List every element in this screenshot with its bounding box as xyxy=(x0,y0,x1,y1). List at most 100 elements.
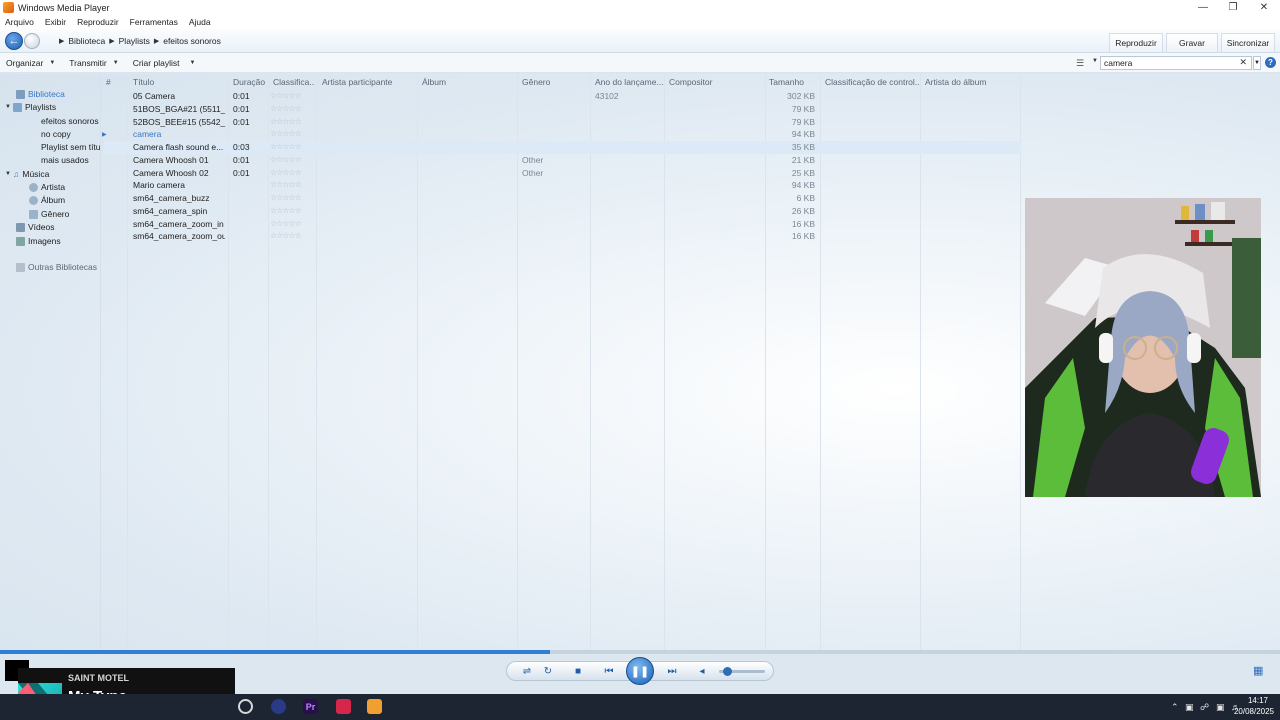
network-icon[interactable]: ▣ xyxy=(1216,702,1225,713)
clock-date[interactable]: 20/08/2025 xyxy=(1226,707,1274,716)
chevron-down-icon: ▼ xyxy=(112,59,119,66)
chevron-up-icon[interactable]: ⌃ xyxy=(1171,702,1179,713)
sidebar-label: Biblioteca xyxy=(28,89,65,99)
minimize-button[interactable]: — xyxy=(1187,0,1219,15)
organize-button[interactable]: Organizar ▼ xyxy=(6,58,55,68)
close-button[interactable]: ✕ xyxy=(1248,0,1280,15)
sidebar-item-album[interactable]: Álbum xyxy=(29,195,65,205)
speaker-icon: ◂ xyxy=(699,665,705,677)
bluetooth-icon[interactable]: ☍ xyxy=(1200,702,1209,713)
table-row[interactable]: sm64_camera_buzz ☆☆☆☆☆ 6 KB xyxy=(104,192,1021,205)
back-button[interactable]: ← xyxy=(5,32,23,50)
sidebar-item-mais-usados[interactable]: mais usados xyxy=(41,155,89,165)
table-row[interactable]: Camera flash sound e... 0:03 ☆☆☆☆☆ 35 KB xyxy=(104,141,1021,154)
repeat-button[interactable]: ↻ xyxy=(540,662,556,680)
tab-sync[interactable]: Sincronizar xyxy=(1221,33,1275,52)
table-row[interactable]: Camera Whoosh 01 0:01 ☆☆☆☆☆ Other 21 KB xyxy=(104,154,1021,167)
column-header-release-year[interactable]: Ano do lançame... xyxy=(595,77,663,87)
column-header-size[interactable]: Tamanho xyxy=(769,77,819,87)
row-size: 6 KB xyxy=(796,193,815,203)
help-icon[interactable]: ? xyxy=(1265,57,1276,68)
maximize-button[interactable]: ❐ xyxy=(1217,0,1249,15)
clear-search-icon[interactable]: ✕ xyxy=(1239,57,1247,68)
sidebar-item-genre[interactable]: Gênero xyxy=(29,209,69,219)
table-row[interactable]: sm64_camera_spin ☆☆☆☆☆ 26 KB xyxy=(104,205,1021,218)
chevron-down-icon: ▼ xyxy=(5,171,11,177)
breadcrumb-library[interactable]: Biblioteca xyxy=(68,36,105,46)
app-icon[interactable] xyxy=(271,699,286,714)
sidebar-item-images[interactable]: Imagens xyxy=(16,236,61,246)
table-row[interactable]: Camera Whoosh 02 0:01 ☆☆☆☆☆ Other 25 KB xyxy=(104,167,1021,180)
rating-stars-icon: ☆☆☆☆☆ xyxy=(270,103,302,113)
column-header-album-artist[interactable]: Artista do álbum xyxy=(925,77,1019,87)
sidebar-item-efeitos-sonoros[interactable]: efeitos sonoros xyxy=(41,116,99,126)
column-header-album[interactable]: Álbum xyxy=(422,77,516,87)
menu-ferramentas[interactable]: Ferramentas xyxy=(130,17,178,27)
next-button[interactable]: ⏭ xyxy=(657,662,687,680)
sidebar-item-playlists[interactable]: ▼ Playlists xyxy=(5,102,56,112)
search-input[interactable]: camera ✕ xyxy=(1100,56,1252,70)
playlist-icon xyxy=(13,102,22,112)
breadcrumb-playlists[interactable]: Playlists xyxy=(119,36,150,46)
column-header-composer[interactable]: Compositor xyxy=(669,77,763,87)
menu-reproduzir[interactable]: Reproduzir xyxy=(77,17,119,27)
column-header-parental-rating[interactable]: Classificação de control... xyxy=(825,77,919,87)
clock-time[interactable]: 14:17 xyxy=(1228,696,1268,705)
view-options-icon[interactable]: ☰ xyxy=(1076,58,1084,69)
menu-arquivo[interactable]: Arquivo xyxy=(5,17,34,27)
table-row[interactable]: 52BOS_BEE#15 (5542_be... 0:01 ☆☆☆☆☆ 79 KB xyxy=(104,116,1021,129)
search-dropdown-button[interactable]: ▼ xyxy=(1253,56,1261,70)
menu-exibir[interactable]: Exibir xyxy=(45,17,66,27)
table-row[interactable]: 51BOS_BGA#21 (5511_b... 0:01 ☆☆☆☆☆ 79 KB xyxy=(104,103,1021,116)
column-header-rating[interactable]: Classifica... xyxy=(273,77,315,87)
create-playlist-button[interactable]: Criar playlist ▼ xyxy=(133,58,196,68)
sidebar-item-library[interactable]: Biblioteca xyxy=(16,89,65,99)
row-size: 25 KB xyxy=(791,167,815,178)
sidebar-item-music[interactable]: ▼ ♫ Música xyxy=(5,169,49,179)
sidebar-item-playlist-sem-titulo[interactable]: Playlist sem título xyxy=(41,142,101,152)
premiere-pro-icon[interactable]: Pr xyxy=(303,699,318,714)
switch-to-now-playing-icon[interactable]: ▦ xyxy=(1253,664,1263,677)
tab-burn[interactable]: Gravar xyxy=(1166,33,1218,52)
breadcrumb-current[interactable]: efeitos sonoros xyxy=(163,36,221,46)
table-row[interactable]: sm64_camera_zoom_in ☆☆☆☆☆ 16 KB xyxy=(104,218,1021,231)
row-size: 94 KB xyxy=(791,129,815,140)
app-icon[interactable] xyxy=(336,699,351,714)
previous-icon: ⏮ xyxy=(604,665,614,677)
column-header-duration[interactable]: Duração xyxy=(233,77,267,87)
volume-slider-handle[interactable] xyxy=(723,667,732,676)
chevron-down-icon[interactable]: ▼ xyxy=(1092,58,1098,64)
mute-button[interactable]: ◂ xyxy=(695,662,709,680)
sidebar-item-no-copy[interactable]: no copy ▶ xyxy=(41,129,107,139)
previous-button[interactable]: ⏮ xyxy=(594,662,624,680)
menu-ajuda[interactable]: Ajuda xyxy=(189,17,211,27)
column-header-genre[interactable]: Gênero xyxy=(522,77,588,87)
pause-button[interactable]: ❚❚ xyxy=(626,657,654,685)
sidebar-item-videos[interactable]: Vídeos xyxy=(16,222,54,232)
sidebar-item-other-libraries[interactable]: Outras Bibliotecas xyxy=(16,262,97,272)
column-header-contributing-artist[interactable]: Artista participante xyxy=(322,77,416,87)
table-row[interactable]: Mario camera ☆☆☆☆☆ 94 KB xyxy=(104,179,1021,192)
forward-button[interactable] xyxy=(24,33,40,49)
stream-button[interactable]: Transmitir ▼ xyxy=(69,58,118,68)
table-row[interactable]: sm64_camera_zoom_out ☆☆☆☆☆ 16 KB xyxy=(104,230,1021,243)
shuffle-button[interactable]: ⇌ xyxy=(519,662,535,680)
column-header-number[interactable]: # xyxy=(106,77,126,87)
shuffle-icon: ⇌ xyxy=(522,665,532,677)
create-playlist-label: Criar playlist xyxy=(132,57,180,68)
rating-stars-icon: ☆☆☆☆☆ xyxy=(270,129,302,139)
tray-app-icon[interactable]: ▣ xyxy=(1185,702,1194,713)
chevron-down-icon: ▼ xyxy=(189,59,196,66)
media-player-taskbar-icon[interactable] xyxy=(367,699,382,714)
tab-play[interactable]: Reproduzir xyxy=(1109,33,1163,52)
app-icon[interactable] xyxy=(238,699,253,714)
column-header-title[interactable]: Título xyxy=(133,77,225,87)
table-row[interactable]: camera ☆☆☆☆☆ 94 KB xyxy=(104,128,1021,141)
seek-progress xyxy=(0,650,551,654)
row-size: 21 KB xyxy=(791,154,815,165)
row-title: Mario camera xyxy=(133,180,185,191)
table-row[interactable]: 05 Camera 0:01 ☆☆☆☆☆ 43102 302 KB xyxy=(104,90,1021,103)
stop-button[interactable]: ■ xyxy=(570,662,586,680)
rating-stars-icon: ☆☆☆☆☆ xyxy=(270,167,302,177)
sidebar-item-artist[interactable]: Artista xyxy=(29,182,65,192)
